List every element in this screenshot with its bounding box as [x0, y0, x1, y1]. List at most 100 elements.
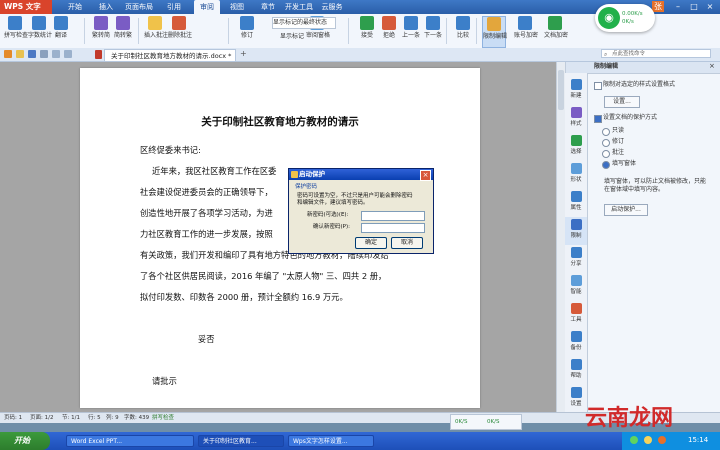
taskbar-task-1[interactable]: 关于印制社区教育... [198, 435, 284, 447]
ribbon-button-13-icon [456, 16, 470, 30]
side-icon-5-glyph [570, 219, 582, 230]
menu-tab-5[interactable]: 视图 [224, 0, 250, 14]
display-markup-select[interactable]: 显示标记的最终状态 [272, 17, 336, 29]
ribbon-button-7[interactable]: 修订 [236, 16, 258, 46]
maximize-button[interactable]: □ [688, 1, 700, 12]
ribbon-button-10[interactable]: 拒绝 [378, 16, 400, 46]
volume-tray-icon[interactable] [644, 436, 652, 444]
dialog-cancel-button[interactable]: 取消 [391, 237, 423, 249]
ribbon-button-6-label: 删除批注 [168, 32, 193, 39]
ribbon-button-11[interactable]: 上一条 [400, 16, 422, 46]
ribbon-button-1[interactable]: 字数统计 [28, 16, 52, 46]
status-spell-check[interactable]: 拼写检查 [152, 413, 174, 423]
show-markup-button[interactable]: 显示标记 [280, 32, 304, 42]
new-password-input[interactable] [361, 211, 425, 221]
side-icon-7-glyph [570, 275, 582, 286]
side-icon-11[interactable]: 设置 [565, 385, 587, 413]
security-tray-icon[interactable] [658, 436, 666, 444]
side-icon-9[interactable]: 备份 [565, 329, 587, 357]
ribbon-button-4[interactable]: 简转繁 [112, 16, 134, 46]
panel-hint-line-1: 填写窗体，可以防止文档被修改，只能 [604, 178, 707, 185]
new-tab-button[interactable]: + [240, 49, 247, 58]
ribbon-button-2[interactable]: 翻译 [50, 16, 72, 46]
start-protection-button[interactable]: 启动保护... [604, 204, 648, 216]
side-icon-8[interactable]: 工具 [565, 301, 587, 329]
save-icon[interactable] [28, 50, 36, 58]
ribbon-button-0-icon [8, 16, 22, 30]
side-icon-7[interactable]: 智能 [565, 273, 587, 301]
menu-tab-8[interactable]: 云服务 [318, 0, 346, 14]
minimize-button[interactable]: – [672, 1, 684, 12]
start-button[interactable]: 开始 [0, 432, 50, 450]
menu-tab-1[interactable]: 插入 [94, 0, 118, 14]
system-tray: 15:14 [622, 432, 720, 450]
side-icon-10[interactable]: 帮助 [565, 357, 587, 385]
ribbon-button-2-icon [54, 16, 68, 30]
dialog-app-icon [291, 171, 298, 178]
editing-restriction-checkbox[interactable] [594, 115, 602, 123]
dialog-ok-button[interactable]: 确定 [355, 237, 387, 249]
ribbon-button-6[interactable]: 删除批注 [168, 16, 193, 46]
protection-radio-0[interactable] [602, 128, 610, 136]
panel-close-icon[interactable]: × [709, 62, 715, 70]
status-row: 行: 5 [88, 415, 101, 421]
side-icon-0[interactable]: 新建 [565, 77, 587, 105]
ribbon-button-12[interactable]: 下一条 [422, 16, 444, 46]
protection-radio-3[interactable] [602, 161, 610, 169]
ribbon-button-0[interactable]: 拼写检查 [4, 16, 28, 46]
ribbon-button-16[interactable]: 文档加密 [544, 16, 568, 46]
side-icon-7-label: 智能 [570, 289, 582, 295]
side-icon-1[interactable]: 样式 [565, 105, 587, 133]
scrollbar-thumb[interactable] [558, 70, 564, 110]
user-avatar[interactable]: 张 [652, 1, 664, 12]
command-search-input[interactable]: 点此查找命令 [601, 49, 711, 58]
redo-icon[interactable] [64, 50, 72, 58]
document-signature: 妥否 [198, 334, 215, 344]
side-icon-9-label: 备份 [570, 345, 582, 351]
undo-icon[interactable] [52, 50, 60, 58]
ribbon-button-4-label: 简转繁 [113, 32, 132, 39]
side-icon-4[interactable]: 属性 [565, 189, 587, 217]
app-menu-button[interactable]: WPS 文字 [0, 0, 52, 14]
dialog-close-button[interactable]: × [420, 170, 431, 181]
new-doc-icon[interactable] [4, 50, 12, 58]
tab-document[interactable]: 关于印制社区教育地方教材的请示.docx * [104, 49, 236, 61]
side-icon-6-label: 分享 [570, 261, 582, 267]
side-icon-5[interactable]: 限制 [565, 217, 587, 245]
ribbon-button-5[interactable]: 插入批注 [144, 16, 168, 46]
side-icon-9-glyph [570, 331, 582, 342]
document-salutation: 区终促委来书记: [140, 145, 201, 155]
ribbon-button-15[interactable]: 账号加密 [514, 16, 539, 46]
menu-tab-3[interactable]: 引用 [160, 0, 188, 14]
ribbon-button-3[interactable]: 繁转简 [90, 16, 112, 46]
side-icon-2[interactable]: 选择 [565, 133, 587, 161]
settings-button[interactable]: 设置... [604, 96, 640, 108]
taskbar-task-0[interactable]: Word Excel PPT... [66, 435, 194, 447]
menu-tab-7[interactable]: 开发工具 [284, 0, 314, 14]
side-icon-3[interactable]: 形状 [565, 161, 587, 189]
network-speed-widget[interactable]: ◉ 0.00K/s 0K/s [595, 4, 655, 32]
side-icon-8-glyph [570, 303, 582, 314]
ribbon-button-14[interactable]: 限制编辑 [482, 16, 507, 48]
network-tray-icon[interactable] [630, 436, 638, 444]
menu-tab-6[interactable]: 章节 [256, 0, 280, 14]
taskbar-task-2[interactable]: Wps文字怎样设置... [288, 435, 374, 447]
print-icon[interactable] [40, 50, 48, 58]
ribbon-button-3-icon [94, 16, 108, 30]
ribbon-button-9[interactable]: 接受 [356, 16, 378, 46]
format-restriction-checkbox[interactable] [594, 82, 602, 90]
protection-radio-1[interactable] [602, 139, 610, 147]
document-line-5: 了各个社区供居民阅读，2016 年编了 "太原人物" 三、四共 2 册， [140, 271, 387, 281]
menu-tab-2[interactable]: 页面布局 [122, 0, 156, 14]
ribbon-button-15-label: 账号加密 [514, 32, 539, 39]
menu-tab-0[interactable]: 开始 [62, 0, 88, 14]
protection-radio-2[interactable] [602, 150, 610, 158]
confirm-password-input[interactable] [361, 223, 425, 233]
ribbon-button-13[interactable]: 比较 [452, 16, 474, 46]
close-window-button[interactable]: × [704, 1, 716, 12]
network-mini-bar: 0K/S 0K/S [450, 414, 522, 430]
side-icon-6[interactable]: 分享 [565, 245, 587, 273]
document-title: 关于印制社区教育地方教材的请示 [201, 116, 359, 128]
open-folder-icon[interactable] [16, 50, 24, 58]
menu-tab-4[interactable]: 审阅 [194, 0, 220, 14]
